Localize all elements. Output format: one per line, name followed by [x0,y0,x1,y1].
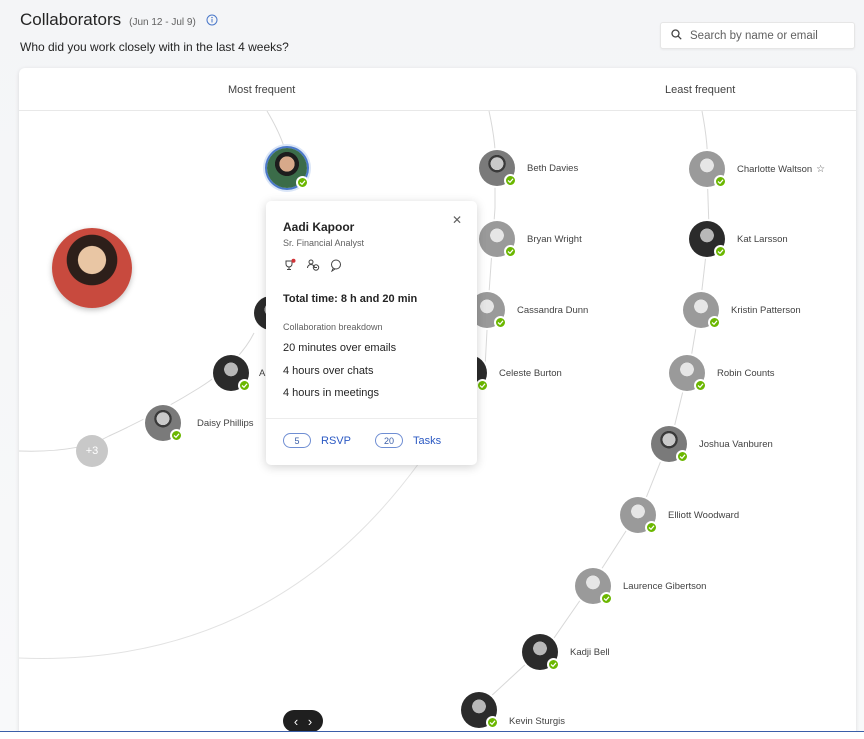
person-robin-counts[interactable]: Robin Counts [669,355,775,392]
avatar [651,426,689,463]
presence-available-icon [676,450,689,463]
person-name: Kadji Bell [570,646,610,658]
popup-chats: 4 hours over chats [283,365,374,377]
person-aadi-kapoor[interactable] [267,148,309,189]
avatar [145,405,183,442]
person-charlotte-waltson[interactable]: Charlotte Waltson ☆ [689,151,825,188]
trophy-icon[interactable] [283,258,297,272]
presence-available-icon [504,174,517,187]
tasks-count-badge: 20 [375,433,403,448]
avatar [479,221,517,258]
search-input[interactable] [690,29,840,42]
popup-emails: 20 minutes over emails [283,342,397,354]
presence-available-icon [494,316,507,329]
person-laurence-gibertson[interactable]: Laurence Gibertson [575,568,707,605]
person-kat-larsson[interactable]: Kat Larsson [689,221,788,258]
presence-available-icon [547,658,560,671]
rsvp-link[interactable]: RSVP [321,435,351,447]
tasks-link[interactable]: Tasks [413,435,441,447]
presence-available-icon [714,175,727,188]
person-name: Joshua Vanburen [699,438,773,450]
presence-available-icon [694,379,707,392]
avatar [689,221,727,258]
page-header: Collaborators (Jun 12 - Jul 9) Who did y… [20,10,289,54]
person-name: Elliott Woodward [668,509,740,521]
collaborators-card: Most frequent Least frequent A Daisy Phi… [19,68,856,739]
popup-person-name: Aadi Kapoor [283,220,355,234]
star-icon[interactable]: ☆ [816,164,825,175]
person-name: Kat Larsson [737,233,788,245]
pager-control: ‹ › [283,710,323,732]
person-kristin-patterson[interactable]: Kristin Patterson [683,292,801,329]
person-detail-popup: Aadi Kapoor Sr. Financial Analyst ✕ Tota… [266,201,477,465]
person-name: Daisy Phillips [197,417,254,429]
person-name: Celeste Burton [499,367,562,379]
person-kadji-bell[interactable]: Kadji Bell [522,634,610,671]
person-beth-davies[interactable]: Beth Davies [479,150,579,187]
presence-available-icon [476,379,489,392]
person-partial-a[interactable]: A [213,355,266,392]
person-name: A [259,367,266,379]
date-range: (Jun 12 - Jul 9) [129,17,196,28]
avatar [669,355,707,392]
tasks-group[interactable]: 20 Tasks [375,433,441,448]
avatar [522,634,560,671]
presence-available-icon [504,245,517,258]
person-kevin-sturgis[interactable]: Kevin Sturgis [461,692,565,729]
person-name: Kristin Patterson [731,304,801,316]
presence-available-icon [170,429,183,442]
chevron-right-icon[interactable]: › [308,715,312,728]
popup-total-time: Total time: 8 h and 20 min [283,293,418,305]
person-name: Bryan Wright [527,233,582,245]
avatar [683,292,721,329]
avatar [479,150,517,187]
rsvp-count-badge: 5 [283,433,311,448]
avatar [575,568,613,605]
people-sync-icon[interactable] [306,258,320,272]
avatar [213,355,251,392]
person-name: Charlotte Waltson [737,163,813,175]
person-daisy-phillips[interactable]: Daisy Phillips [145,405,254,442]
person-elliott-woodward[interactable]: Elliott Woodward [620,497,740,534]
presence-available-icon [714,245,727,258]
self-avatar [52,228,132,308]
avatar [267,148,309,189]
person-bryan-wright[interactable]: Bryan Wright [479,221,582,258]
person-name: Laurence Gibertson [623,580,707,592]
person-name: Cassandra Dunn [517,304,589,316]
presence-available-icon [600,592,613,605]
presence-available-icon [238,379,251,392]
popup-actions [283,258,343,272]
more-collaborators-button[interactable]: +3 [76,435,108,467]
search-icon [671,27,682,45]
chat-icon[interactable] [329,258,343,272]
presence-available-icon [486,716,499,729]
presence-available-icon [645,521,658,534]
search-box[interactable] [660,22,855,49]
person-joshua-vanburen[interactable]: Joshua Vanburen [651,426,773,463]
popup-person-role: Sr. Financial Analyst [283,238,365,248]
popup-meetings: 4 hours in meetings [283,387,379,399]
rsvp-group[interactable]: 5 RSVP [283,433,351,448]
chevron-left-icon[interactable]: ‹ [294,715,298,728]
presence-available-icon [296,176,309,189]
avatar [620,497,658,534]
presence-available-icon [708,316,721,329]
page-subtitle: Who did you work closely with in the las… [20,40,289,54]
popup-divider [266,418,477,419]
person-name: Beth Davies [527,162,579,174]
info-icon[interactable] [206,14,218,26]
avatar [461,692,499,729]
popup-breakdown-title: Collaboration breakdown [283,322,383,332]
page-title: Collaborators [20,10,122,29]
bottom-edge [0,731,864,739]
person-name: Kevin Sturgis [509,715,565,727]
person-name: Robin Counts [717,367,775,379]
avatar [689,151,727,188]
close-icon[interactable]: ✕ [452,213,462,227]
person-cassandra-dunn[interactable]: Cassandra Dunn [469,292,589,329]
